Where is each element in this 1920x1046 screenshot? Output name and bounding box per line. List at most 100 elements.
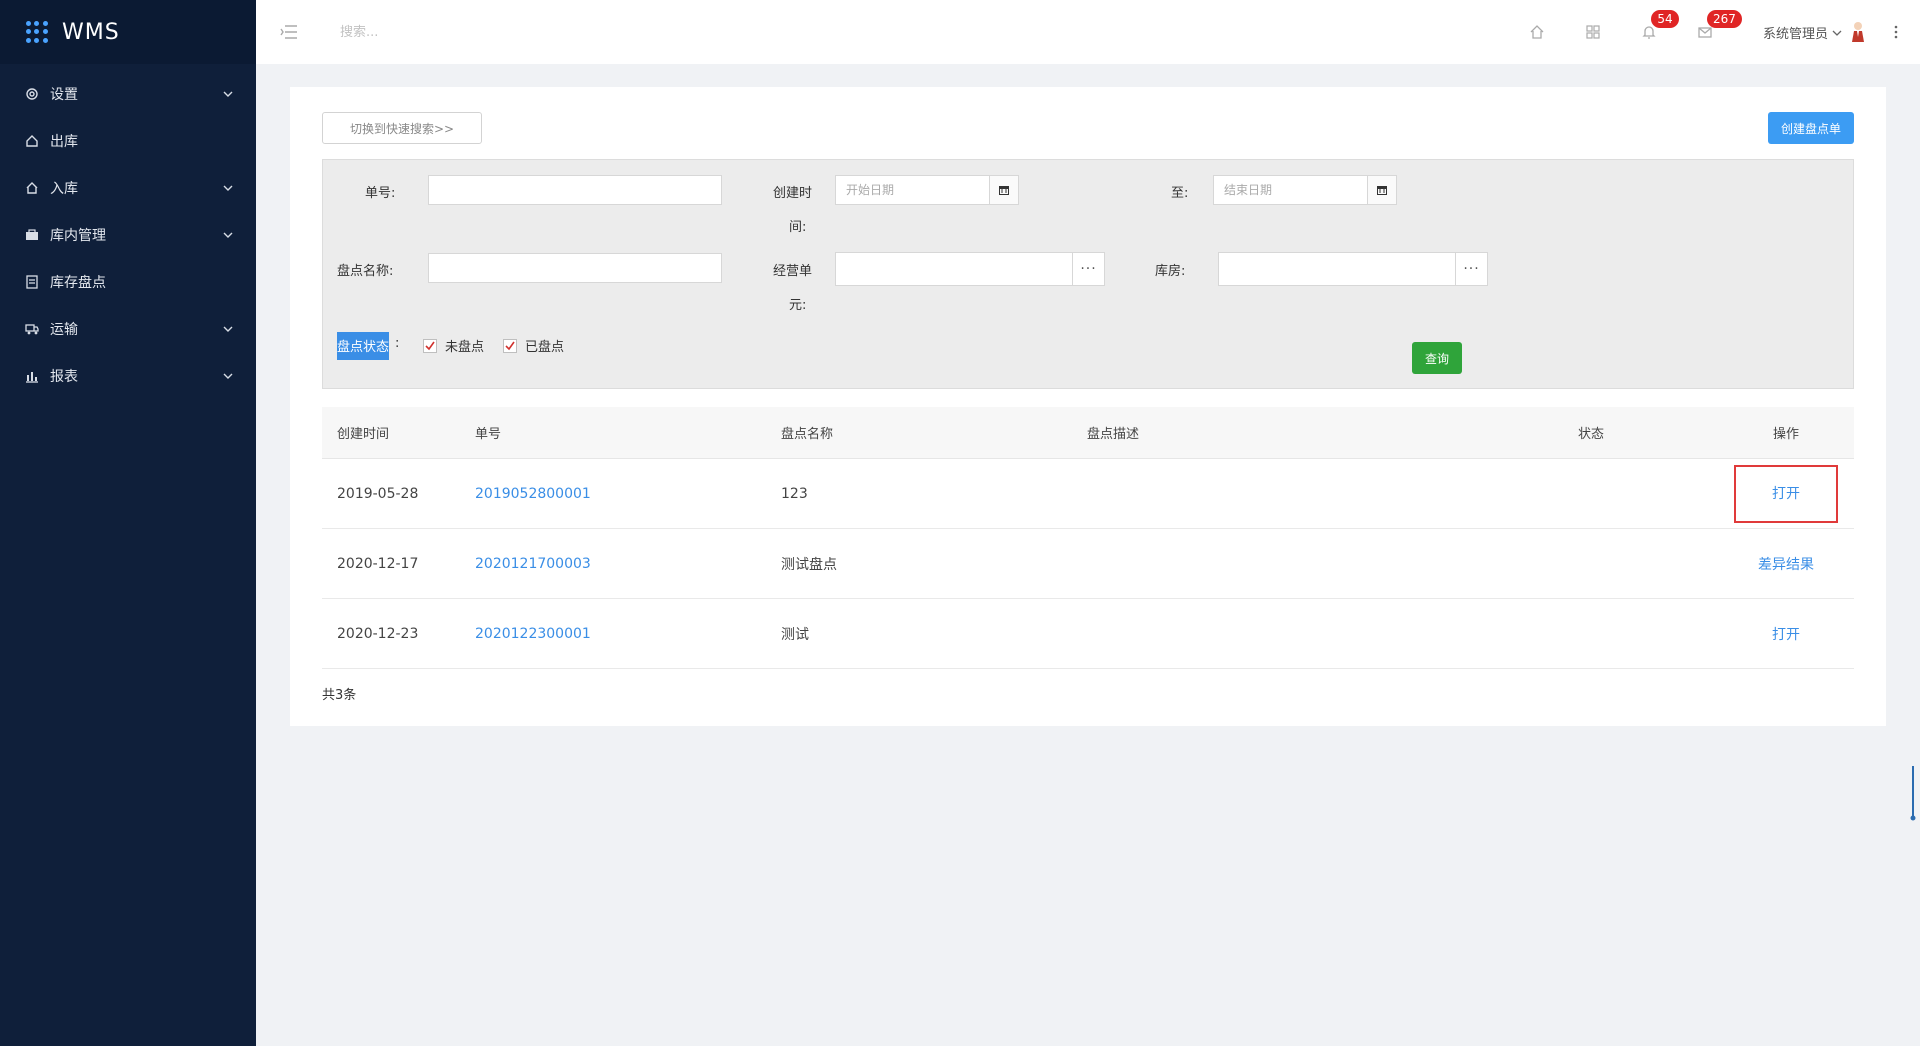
inventory-icon <box>24 274 40 290</box>
sidebar-item-inbound[interactable]: 入库 <box>0 164 256 211</box>
cell-created: 2020-12-17 <box>337 555 419 572</box>
sidebar-item-inventory[interactable]: 库存盘点 <box>0 258 256 305</box>
sidebar: WMS 设置 出库 入库 库内管理 库存盘点 运输 报表 <box>0 0 256 1046</box>
chevron-down-icon <box>222 88 234 100</box>
inventory-name-input[interactable] <box>428 253 722 283</box>
apps-grid-icon <box>26 21 48 43</box>
avatar[interactable] <box>1850 20 1866 44</box>
status-label: 盘点状态 <box>337 332 390 360</box>
status-option-label: 已盘点 <box>525 340 565 355</box>
sidebar-item-reports[interactable]: 报表 <box>0 352 256 399</box>
chevron-down-icon <box>222 229 234 241</box>
column-header[interactable]: 单号 <box>475 423 781 442</box>
created-time-label-cont: 间: <box>789 220 807 235</box>
cell-created: 2020-12-23 <box>337 625 419 642</box>
column-header: 操作 <box>1772 427 1799 442</box>
warehouse-input[interactable]: ··· <box>1218 252 1488 286</box>
sidebar-item-label: 入库 <box>50 180 78 197</box>
sidebar-item-warehouse[interactable]: 库内管理 <box>0 211 256 258</box>
header-actions: 54 267 系统管理员 <box>1509 0 1920 64</box>
table-header: 创建时间 单号 盘点名称 盘点描述 状态 操作 <box>322 407 1854 459</box>
top-header: 54 267 系统管理员 <box>256 0 1920 64</box>
search-input[interactable] <box>340 17 580 47</box>
business-unit-input[interactable]: ··· <box>835 252 1105 286</box>
username: 系统管理员 <box>1762 26 1828 42</box>
order-no-link[interactable]: 2020121700003 <box>475 556 781 572</box>
sidebar-item-settings[interactable]: 设置 <box>0 70 256 117</box>
open-link[interactable]: 打开 <box>1734 464 1838 523</box>
end-date-input[interactable] <box>1213 175 1368 205</box>
gear-icon <box>24 86 40 102</box>
mail-icon[interactable]: 267 <box>1677 0 1742 64</box>
order-no-link[interactable]: 2019052800001 <box>475 486 781 502</box>
column-header[interactable]: 盘点描述 <box>1087 423 1578 442</box>
open-link[interactable]: 打开 <box>1718 624 1854 644</box>
status-colon: : <box>395 336 400 351</box>
warehouse-icon <box>24 227 40 243</box>
user-menu[interactable]: 系统管理员 <box>1763 20 1886 44</box>
chevron-down-icon <box>222 370 234 382</box>
scroll-indicator[interactable] <box>1910 766 1916 822</box>
sidebar-item-outbound[interactable]: 出库 <box>0 117 256 164</box>
more-horizontal-icon[interactable]: ··· <box>1072 253 1104 285</box>
order-no-input[interactable] <box>428 175 722 205</box>
sidebar-nav: 设置 出库 入库 库内管理 库存盘点 运输 报表 <box>0 64 256 399</box>
checkmark-icon[interactable] <box>423 338 437 353</box>
inbound-icon <box>24 180 40 196</box>
cell-name: 测试盘点 <box>781 556 837 573</box>
cell-name: 123 <box>781 485 808 502</box>
column-header[interactable]: 创建时间 <box>322 423 475 442</box>
menu-toggle-icon[interactable] <box>278 23 300 41</box>
sidebar-item-label: 运输 <box>50 321 78 338</box>
to-label: 至: <box>1171 186 1189 201</box>
calendar-icon[interactable] <box>1367 175 1397 205</box>
more-vertical-icon[interactable] <box>1886 0 1906 64</box>
sidebar-item-label: 设置 <box>50 86 78 103</box>
outbound-icon <box>24 133 40 149</box>
business-unit-label: 经营单 <box>773 264 813 279</box>
column-header[interactable]: 状态 <box>1578 423 1718 442</box>
status-checkbox-checked[interactable]: 已盘点 <box>503 336 564 355</box>
start-date-input[interactable] <box>835 175 990 205</box>
query-button[interactable]: 查询 <box>1412 342 1462 374</box>
filter-panel: 单号: 创建时 间: 至: 盘点名称: 经营单 元: ··· 库房: ··· 盘… <box>322 159 1854 389</box>
status-checkbox-unchecked[interactable]: 未盘点 <box>423 336 484 355</box>
chevron-down-icon <box>222 182 234 194</box>
more-horizontal-icon[interactable]: ··· <box>1455 253 1487 285</box>
table-row: 2020-12-23 2020122300001 测试 打开 <box>322 599 1854 669</box>
order-no-link[interactable]: 2020122300001 <box>475 626 781 642</box>
warehouse-label: 库房: <box>1155 264 1186 279</box>
chevron-down-icon <box>222 323 234 335</box>
sidebar-item-transport[interactable]: 运输 <box>0 305 256 352</box>
messages-badge: 267 <box>1706 10 1742 28</box>
main-card: 切换到快速搜索>> 创建盘点单 单号: 创建时 间: 至: 盘点名称: 经营单 … <box>290 87 1886 726</box>
sidebar-item-label: 库内管理 <box>50 227 106 244</box>
create-inventory-button[interactable]: 创建盘点单 <box>1768 112 1854 144</box>
bell-icon[interactable]: 54 <box>1621 0 1679 64</box>
checkmark-icon[interactable] <box>503 338 517 353</box>
home-icon[interactable] <box>1509 0 1565 64</box>
cell-created: 2019-05-28 <box>337 485 419 502</box>
total-count: 共3条 <box>322 688 357 703</box>
order-no-label: 单号: <box>365 186 396 201</box>
inventory-name-label: 盘点名称: <box>337 264 394 279</box>
app-title: WMS <box>62 19 120 45</box>
table-row: 2020-12-17 2020121700003 测试盘点 差异结果 <box>322 529 1854 599</box>
status-option-label: 未盘点 <box>445 340 485 355</box>
notifications-badge: 54 <box>1650 10 1679 28</box>
calendar-icon[interactable] <box>989 175 1019 205</box>
apps-icon[interactable] <box>1565 0 1621 64</box>
sidebar-item-label: 报表 <box>50 368 78 385</box>
column-header[interactable]: 盘点名称 <box>781 423 1087 442</box>
sidebar-item-label: 库存盘点 <box>50 274 106 291</box>
table-row: 2019-05-28 2019052800001 123 打开 <box>322 459 1854 529</box>
inventory-table: 创建时间 单号 盘点名称 盘点描述 状态 操作 2019-05-28 20190… <box>322 407 1854 669</box>
created-time-label: 创建时 <box>773 186 813 201</box>
cell-name: 测试 <box>781 626 809 643</box>
sidebar-item-label: 出库 <box>50 133 78 150</box>
truck-icon <box>24 321 40 337</box>
brand[interactable]: WMS <box>0 0 256 64</box>
diff-result-link[interactable]: 差异结果 <box>1718 554 1854 574</box>
switch-quick-search-button[interactable]: 切换到快速搜索>> <box>322 112 482 144</box>
chart-icon <box>24 368 40 384</box>
